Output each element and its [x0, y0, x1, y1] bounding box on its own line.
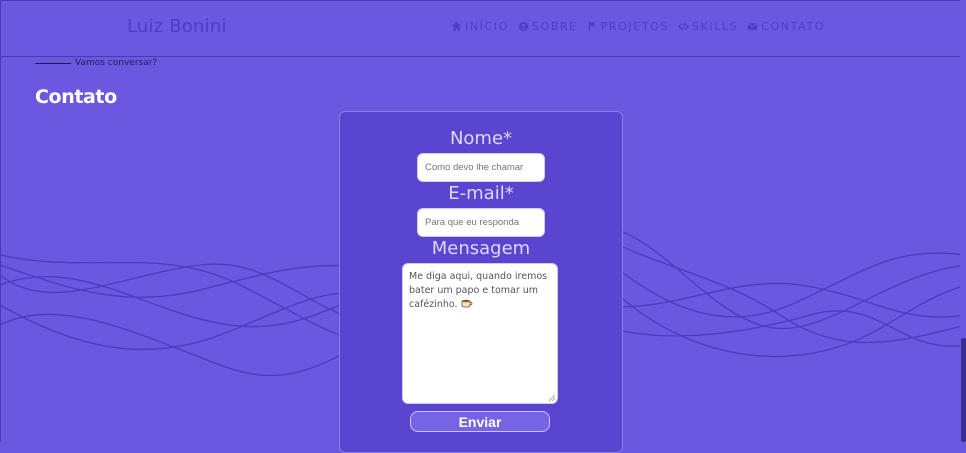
message-label: Mensagem: [431, 238, 531, 259]
name-input[interactable]: [417, 153, 545, 182]
main-nav: INÍCIO SOBRE PROJETOS SKILLS CONTATO: [451, 20, 834, 33]
home-icon: [451, 21, 462, 32]
resize-handle-icon[interactable]: [549, 395, 555, 401]
nav-label: SKILLS: [691, 20, 739, 33]
code-icon: [677, 22, 689, 31]
eyebrow-line: [35, 62, 71, 64]
nav-link-projetos[interactable]: PROJETOS: [587, 20, 669, 33]
nav-link-skills[interactable]: SKILLS: [677, 20, 739, 33]
contact-form: Nome* E-mail* Mensagem Me diga aqui, qua…: [339, 111, 623, 453]
nav-label: CONTATO: [761, 20, 825, 33]
submit-button[interactable]: Enviar: [410, 411, 550, 432]
flag-icon: [588, 21, 595, 32]
email-input[interactable]: [417, 208, 545, 237]
mail-icon: [747, 22, 758, 30]
user-icon: [518, 21, 528, 32]
nav-link-sobre[interactable]: SOBRE: [518, 20, 578, 33]
nav-link-contato[interactable]: CONTATO: [747, 20, 825, 33]
message-placeholder: Me diga aqui, quando iremos bater um pap…: [409, 271, 548, 310]
coffee-cup-icon: [461, 299, 473, 308]
nav-link-inicio[interactable]: INÍCIO: [451, 20, 509, 33]
nav-label: PROJETOS: [600, 20, 669, 33]
nav-label: SOBRE: [531, 20, 578, 33]
section-title: Contato: [35, 86, 117, 108]
name-label: Nome*: [449, 128, 513, 149]
email-label: E-mail*: [448, 183, 514, 204]
section-eyebrow: Vamos conversar?: [35, 58, 157, 68]
eyebrow-text: Vamos conversar?: [75, 58, 158, 68]
message-textarea[interactable]: Me diga aqui, quando iremos bater um pap…: [402, 263, 558, 404]
scrollbar-thumb[interactable]: [961, 338, 966, 442]
nav-label: INÍCIO: [465, 20, 509, 33]
site-header: Luiz Bonini INÍCIO SOBRE PROJETOS SKILLS…: [0, 0, 966, 57]
brand-logo[interactable]: Luiz Bonini: [127, 16, 227, 37]
